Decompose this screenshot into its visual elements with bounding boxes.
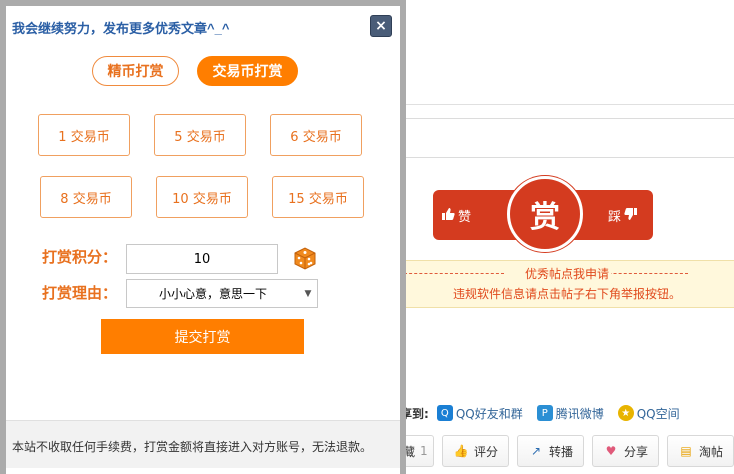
share-qq[interactable]: Q QQ好友和群: [436, 405, 523, 422]
thumb-up-icon: [441, 207, 455, 225]
dialog-footer: 本站不收取任何手续费，打赏金额将直接进入对方账号，无法退款。: [6, 420, 400, 468]
amount-option[interactable]: 5 交易币: [154, 114, 246, 156]
collection-button[interactable]: ▤ 淘帖: [666, 435, 734, 467]
share-button[interactable]: ♥ 分享: [591, 435, 659, 467]
like-button[interactable]: 赞: [441, 206, 471, 225]
share-row: 享到: Q QQ好友和群 P 腾讯微博 ★ QQ空间: [400, 404, 694, 422]
notice-apply-link[interactable]: 优秀帖点我申请: [522, 267, 611, 281]
tencent-weibo-icon: P: [536, 405, 553, 421]
repost-icon: ↗: [530, 444, 542, 458]
dialog-title: 我会继续努力，发布更多优秀文章^_^: [12, 21, 230, 36]
qzone-icon: ★: [617, 405, 634, 421]
dice-icon[interactable]: [292, 245, 318, 271]
reply-box: [404, 118, 734, 158]
reward-dialog: 我会继续努力，发布更多优秀文章^_^ × 精币打赏 交易币打赏 1 交易币 5 …: [0, 0, 406, 474]
amount-option[interactable]: 15 交易币: [272, 176, 364, 218]
close-button[interactable]: ×: [370, 15, 392, 37]
share-qzone[interactable]: ★ QQ空间: [617, 405, 680, 422]
divider: [400, 104, 734, 105]
tab-jiaoyibi[interactable]: 交易币打赏: [197, 56, 298, 86]
chevron-down-icon: ▼: [304, 288, 312, 299]
tab-jingbi[interactable]: 精币打赏: [92, 56, 179, 86]
amount-option[interactable]: 8 交易币: [40, 176, 132, 218]
score-label: 打赏积分：: [42, 248, 118, 266]
share-label-btn: 分享: [623, 444, 648, 459]
amount-option[interactable]: 6 交易币: [270, 114, 362, 156]
collection-label: 淘帖: [698, 444, 723, 459]
heart-icon: ♥: [605, 444, 617, 458]
reward-button[interactable]: 赏: [507, 176, 583, 252]
share-weibo-label: 腾讯微博: [555, 406, 604, 421]
dislike-label: 踩: [608, 210, 622, 225]
qq-icon: Q: [436, 405, 453, 421]
repost-label: 转播: [548, 444, 573, 459]
footer-note: 本站不收取任何手续费，打赏金额将直接进入对方账号，无法退款。: [12, 440, 373, 454]
share-qzone-label: QQ空间: [636, 406, 680, 421]
like-label: 赞: [458, 210, 472, 225]
amount-option[interactable]: 10 交易币: [156, 176, 248, 218]
notice-text: 违规软件信息请点击帖子右下角举报按钮。: [452, 287, 681, 301]
close-icon: ×: [375, 18, 387, 34]
share-qq-label: QQ好友和群: [455, 406, 523, 421]
thumb-down-icon: [624, 207, 638, 225]
submit-reward-button[interactable]: 提交打赏: [101, 319, 304, 354]
rate-button[interactable]: 👍 评分: [441, 435, 509, 467]
reason-value: 小小心意，意思一下: [158, 287, 267, 301]
repost-button[interactable]: ↗ 转播: [516, 435, 584, 467]
collection-icon: ▤: [680, 444, 692, 458]
reason-label: 打赏理由：: [42, 284, 118, 302]
amount-option[interactable]: 1 交易币: [38, 114, 130, 156]
notice-box: 优秀帖点我申请 违规软件信息请点击帖子右下角举报按钮。: [400, 260, 734, 308]
favorite-count: 1: [420, 444, 428, 458]
rate-label: 评分: [473, 444, 498, 459]
thumb-icon: 👍: [453, 444, 469, 458]
action-row: 藏 1 👍 评分 ↗ 转播 ♥ 分享 ▤ 淘帖: [398, 435, 734, 467]
score-input[interactable]: 10: [126, 244, 278, 274]
reason-select[interactable]: 小小心意，意思一下 ▼: [126, 279, 318, 308]
dislike-button[interactable]: 踩: [608, 206, 638, 225]
share-tencent-weibo[interactable]: P 腾讯微博: [536, 405, 604, 422]
